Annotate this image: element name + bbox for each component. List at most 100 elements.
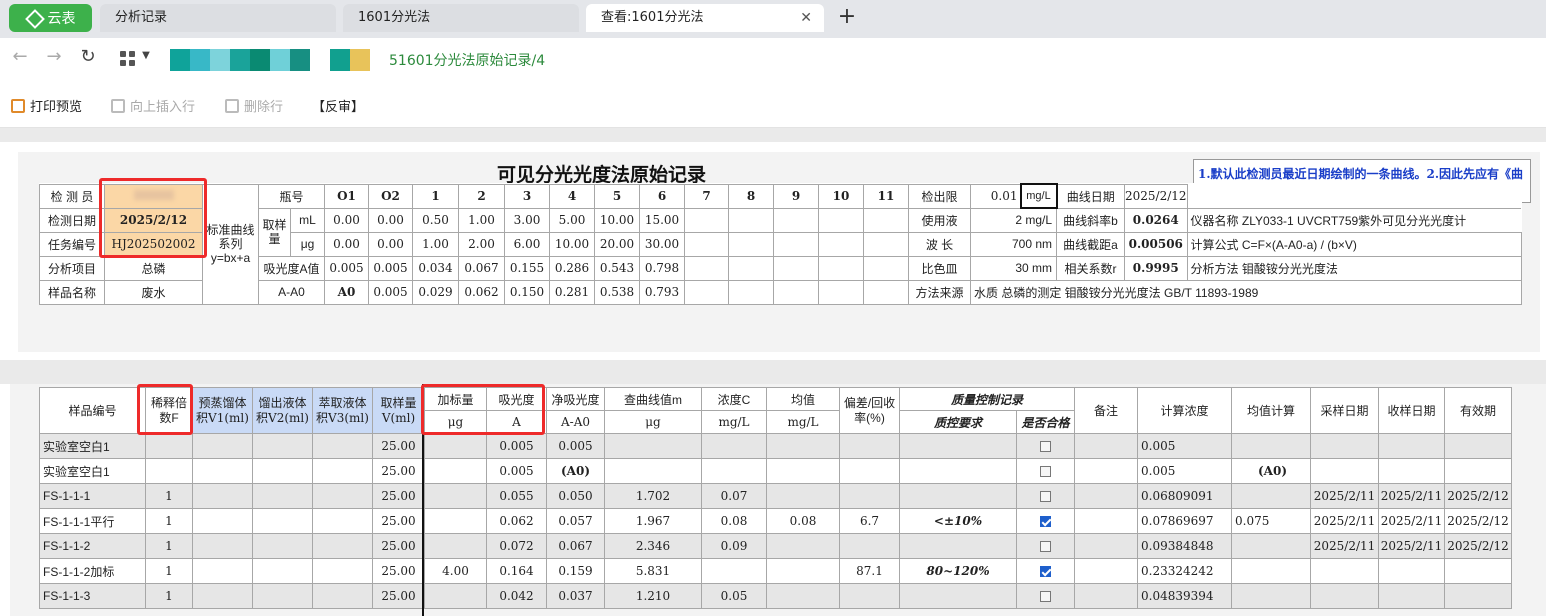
cell-v1[interactable]	[192, 433, 253, 459]
task-value[interactable]: HJ202502002	[104, 231, 203, 257]
cell-f[interactable]: 1	[145, 483, 193, 509]
cell-d1[interactable]: 2025/2/11	[1310, 508, 1379, 534]
cell-d3[interactable]	[1444, 583, 1512, 609]
table-row[interactable]: FS-1-1-2 1 25.00 0.072 0.067 2.346 0.09 0.09384…	[39, 533, 1512, 559]
cell-calc[interactable]: 0.04839394	[1137, 583, 1232, 609]
date-value[interactable]: 2025/2/12	[104, 207, 203, 233]
cell-spike[interactable]	[424, 433, 487, 459]
cell-d2[interactable]: 2025/2/11	[1378, 533, 1445, 559]
cell-spike[interactable]	[424, 508, 487, 534]
cell-spike[interactable]	[424, 483, 487, 509]
cell-name[interactable]: FS-1-1-3	[39, 583, 146, 609]
cell-spike[interactable]	[424, 583, 487, 609]
cell-remark[interactable]	[1074, 533, 1138, 559]
cell-mc[interactable]: (A0)	[1231, 458, 1311, 484]
cell-v1[interactable]	[192, 483, 253, 509]
cell-name[interactable]: 实验室空白1	[39, 458, 146, 484]
tab-analysis-record[interactable]: 分析记录	[100, 4, 336, 32]
tab-1601[interactable]: 1601分光法	[343, 4, 579, 32]
cell-abs[interactable]: 0.055	[486, 483, 547, 509]
cell-d1[interactable]	[1310, 433, 1379, 459]
back-icon[interactable]: ←	[8, 46, 32, 67]
cell-v3[interactable]	[312, 433, 373, 459]
table-row[interactable]: FS-1-1-3 1 25.00 0.042 0.037 1.210 0.05 0.04839…	[39, 583, 1512, 609]
checkbox[interactable]	[1040, 541, 1051, 552]
forward-icon[interactable]: →	[42, 46, 66, 67]
cell-f[interactable]: 1	[145, 583, 193, 609]
cell-net[interactable]: 0.159	[546, 558, 605, 584]
cell-mc[interactable]	[1231, 483, 1311, 509]
cell-v2[interactable]	[252, 433, 313, 459]
cell-calc[interactable]: 0.06809091	[1137, 483, 1232, 509]
checkbox[interactable]	[1040, 566, 1051, 577]
cell-mc[interactable]	[1231, 558, 1311, 584]
cell-calc[interactable]: 0.09384848	[1137, 533, 1232, 559]
cell-v1[interactable]	[192, 458, 253, 484]
cell-d3[interactable]	[1444, 433, 1512, 459]
cell-pass[interactable]	[1016, 508, 1075, 534]
cell-d3[interactable]: 2025/2/12	[1444, 533, 1512, 559]
table-row[interactable]: FS-1-1-1平行 1 25.00 0.062 0.057 1.967 0.08 0.08 6…	[39, 508, 1512, 534]
cell-net[interactable]: (A0)	[546, 458, 605, 484]
cell-remark[interactable]	[1074, 483, 1138, 509]
cell-mc[interactable]	[1231, 533, 1311, 559]
cell-name[interactable]: FS-1-1-1	[39, 483, 146, 509]
cell-d3[interactable]	[1444, 558, 1512, 584]
cell-calc[interactable]: 0.23324242	[1137, 558, 1232, 584]
cell-remark[interactable]	[1074, 433, 1138, 459]
cell-spike[interactable]	[424, 458, 487, 484]
cell-d3[interactable]: 2025/2/12	[1444, 508, 1512, 534]
cell-net[interactable]: 0.037	[546, 583, 605, 609]
cell-dev[interactable]	[839, 433, 900, 459]
cell-v1[interactable]	[192, 558, 253, 584]
delete-row-button[interactable]: 删除行	[225, 96, 283, 115]
cell-name[interactable]: FS-1-1-1平行	[39, 508, 146, 534]
cell-abs[interactable]: 0.072	[486, 533, 547, 559]
cell-m[interactable]	[604, 433, 702, 459]
cell-name[interactable]: 实验室空白1	[39, 433, 146, 459]
cell-c[interactable]: 0.05	[701, 583, 767, 609]
checkbox[interactable]	[1040, 591, 1051, 602]
cell-d1[interactable]: 2025/2/11	[1310, 483, 1379, 509]
cell-m[interactable]: 1.702	[604, 483, 702, 509]
lod-value[interactable]: 0.01	[970, 183, 1021, 209]
cell-v3[interactable]	[312, 533, 373, 559]
tab-view-1601[interactable]: 查看:1601分光法 ✕	[586, 4, 824, 32]
cell-c[interactable]	[701, 558, 767, 584]
apps-grid-icon[interactable]	[120, 51, 136, 67]
cell-v2[interactable]	[252, 458, 313, 484]
cell-v3[interactable]	[312, 508, 373, 534]
table-row[interactable]: 实验室空白1 25.00 0.005 (A0) 0.005 (A0)	[39, 458, 1512, 484]
cell-v[interactable]: 25.00	[372, 483, 425, 509]
table-row[interactable]: 实验室空白1 25.00 0.005 0.005 0.005	[39, 433, 1512, 459]
cell-d1[interactable]	[1310, 458, 1379, 484]
cell-c[interactable]: 0.08	[701, 508, 767, 534]
cell-pass[interactable]	[1016, 458, 1075, 484]
cell-f[interactable]	[145, 458, 193, 484]
table-row[interactable]: FS-1-1-1 1 25.00 0.055 0.050 1.702 0.07 0.06809…	[39, 483, 1512, 509]
cell-v[interactable]: 25.00	[372, 433, 425, 459]
cell-net[interactable]: 0.050	[546, 483, 605, 509]
cell-remark[interactable]	[1074, 508, 1138, 534]
cell-m[interactable]: 1.210	[604, 583, 702, 609]
checkbox[interactable]	[1040, 441, 1051, 452]
cell-v3[interactable]	[312, 583, 373, 609]
cell-mean[interactable]	[766, 533, 840, 559]
checkbox[interactable]	[1040, 516, 1051, 527]
cell-v[interactable]: 25.00	[372, 583, 425, 609]
cell-c[interactable]: 0.07	[701, 483, 767, 509]
cell-m[interactable]	[604, 458, 702, 484]
cell-dev[interactable]: 87.1	[839, 558, 900, 584]
cell-calc[interactable]: 0.005	[1137, 458, 1232, 484]
cell-abs[interactable]: 0.005	[486, 433, 547, 459]
cell-abs[interactable]: 0.042	[486, 583, 547, 609]
print-preview-button[interactable]: 打印预览	[11, 96, 82, 115]
cell-v2[interactable]	[252, 533, 313, 559]
cell-mean[interactable]: 0.08	[766, 508, 840, 534]
cell-dev[interactable]	[839, 458, 900, 484]
cell-d2[interactable]	[1378, 583, 1445, 609]
url-text[interactable]: 51601分光法原始记录/4	[389, 50, 545, 70]
cell-spike[interactable]: 4.00	[424, 558, 487, 584]
cell-d2[interactable]	[1378, 458, 1445, 484]
cell-dev[interactable]	[839, 483, 900, 509]
